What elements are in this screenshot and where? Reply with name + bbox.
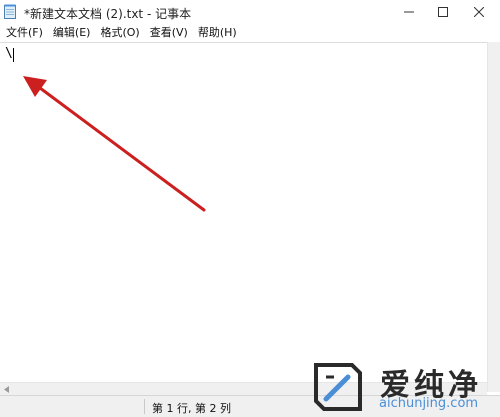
text-caret [13, 48, 14, 62]
menu-help[interactable]: 帮助(H) [193, 24, 242, 42]
maximize-icon [438, 7, 448, 17]
scroll-left-arrow-icon [4, 386, 9, 393]
notepad-window: *新建文本文档 (2).txt - 记事本 文件(F) 编辑(E) 格式(O) … [0, 0, 500, 417]
menu-view[interactable]: 查看(V) [145, 24, 193, 42]
close-icon [474, 7, 484, 17]
status-bar: 第 1 行, 第 2 列 [0, 395, 500, 417]
horizontal-scrollbar[interactable] [0, 382, 487, 396]
minimize-icon [404, 11, 414, 13]
menu-format[interactable]: 格式(O) [95, 24, 144, 42]
status-divider [144, 399, 145, 414]
title-bar[interactable]: *新建文本文档 (2).txt - 记事本 [0, 0, 500, 24]
notepad-icon [4, 4, 16, 19]
editor-content: \ [5, 46, 13, 61]
close-button[interactable] [456, 0, 500, 24]
menu-file[interactable]: 文件(F) [0, 24, 48, 42]
text-editor[interactable]: \ [0, 42, 487, 393]
window-title: *新建文本文档 (2).txt - 记事本 [24, 7, 192, 21]
cursor-position: 第 1 行, 第 2 列 [152, 402, 231, 415]
menu-edit[interactable]: 编辑(E) [48, 24, 96, 42]
menu-bar: 文件(F) 编辑(E) 格式(O) 查看(V) 帮助(H) [0, 24, 500, 42]
vertical-scrollbar[interactable] [487, 42, 500, 392]
scroll-left-button[interactable] [2, 384, 12, 395]
